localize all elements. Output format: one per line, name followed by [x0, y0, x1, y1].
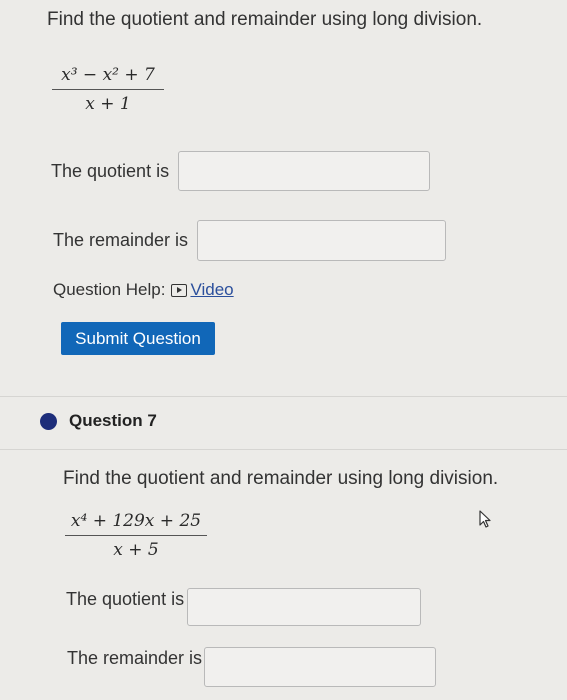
fraction-bar	[65, 535, 207, 536]
question-7-prompt: Find the quotient and remainder using lo…	[63, 468, 499, 489]
mouse-pointer-icon	[479, 510, 491, 528]
question-7-header: Question 7	[0, 396, 567, 450]
quotient-input[interactable]	[187, 588, 421, 626]
video-link-label: Video	[190, 280, 234, 299]
remainder-label: The remainder is	[53, 230, 189, 250]
quotient-label: The quotient is	[51, 161, 170, 181]
video-play-icon	[171, 283, 188, 297]
question-6-denominator: x + 1	[85, 94, 131, 114]
question-help: Question Help: Video	[53, 280, 234, 300]
question-7-numerator: x⁴ + 129x + 25	[70, 511, 202, 531]
remainder-input[interactable]	[197, 220, 446, 261]
remainder-label: The remainder is	[67, 648, 203, 668]
question-7-title: Question 7	[69, 411, 157, 430]
question-6-prompt: Find the quotient and remainder using lo…	[47, 9, 483, 30]
question-6-section: Find the quotient and remainder using lo…	[0, 0, 567, 395]
quotient-label: The quotient is	[66, 589, 185, 609]
question-6-numerator: x³ − x² + 7	[61, 65, 155, 85]
remainder-input[interactable]	[204, 647, 436, 687]
question-7-fraction: x⁴ + 129x + 25 x + 5	[65, 510, 207, 561]
question-6-fraction: x³ − x² + 7 x + 1	[52, 64, 164, 115]
quotient-input[interactable]	[178, 151, 430, 191]
question-status-dot-icon	[40, 413, 57, 430]
submit-question-button[interactable]: Submit Question	[61, 322, 215, 355]
fraction-bar	[52, 89, 164, 90]
question-7-denominator: x + 5	[113, 540, 159, 560]
video-help-link[interactable]: Video	[171, 280, 234, 300]
question-help-label: Question Help:	[53, 280, 166, 299]
